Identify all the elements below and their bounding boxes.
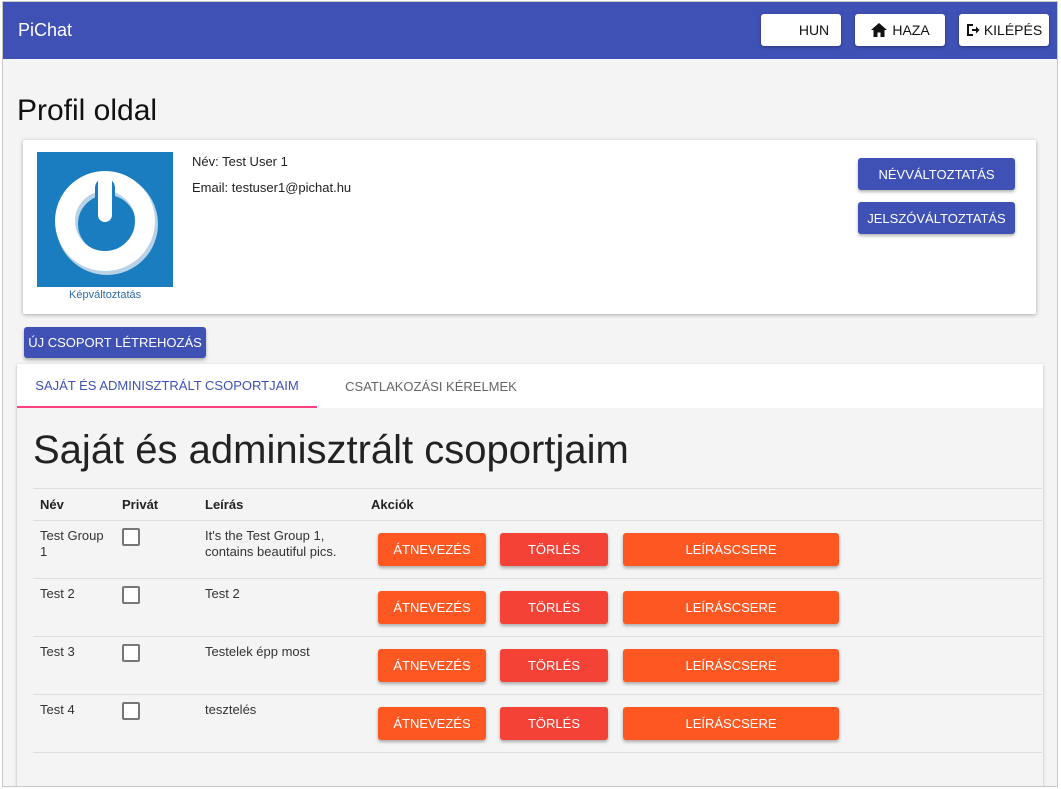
delete-button[interactable]: TÖRLÉS bbox=[500, 533, 608, 566]
rename-button[interactable]: ÁTNEVEZÉS bbox=[378, 533, 486, 566]
column-header-description: Leírás bbox=[198, 488, 364, 521]
hungary-flag-icon bbox=[773, 21, 795, 39]
table-row: Test 2 Test 2 ÁTNEVEZÉS TÖRLÉS LEÍRÁSCSERE bbox=[33, 578, 1042, 637]
groups-table: Név Privát Leírás Akciók Test Group 1 It… bbox=[33, 488, 1042, 753]
rename-button[interactable]: ÁTNEVEZÉS bbox=[378, 649, 486, 682]
change-password-button[interactable]: JELSZÓVÁLTOZTATÁS bbox=[858, 202, 1015, 234]
groups-tab-panel: SAJÁT ÉS ADMINISZTRÁLT CSOPORTJAIM CSATL… bbox=[17, 364, 1043, 786]
power-logo-icon bbox=[55, 171, 158, 275]
logout-label: KILÉPÉS bbox=[983, 22, 1043, 38]
app-window: PiChat HUN HAZA KILÉPÉS Profil oldal Kép… bbox=[2, 1, 1058, 787]
rename-button[interactable]: ÁTNEVEZÉS bbox=[378, 707, 486, 740]
language-button[interactable]: HUN bbox=[761, 14, 841, 46]
tab-own-groups[interactable]: SAJÁT ÉS ADMINISZTRÁLT CSOPORTJAIM bbox=[17, 364, 317, 408]
table-header-row: Név Privát Leírás Akciók bbox=[33, 488, 1042, 521]
column-header-name: Név bbox=[33, 488, 115, 521]
private-checkbox[interactable] bbox=[122, 644, 140, 662]
change-description-button[interactable]: LEÍRÁSCSERE bbox=[623, 649, 839, 682]
change-description-button[interactable]: LEÍRÁSCSERE bbox=[623, 591, 839, 624]
delete-button[interactable]: TÖRLÉS bbox=[500, 591, 608, 624]
tab-join-requests[interactable]: CSATLAKOZÁSI KÉRELMEK bbox=[317, 364, 545, 408]
group-description-cell: Testelek épp most bbox=[198, 636, 364, 695]
column-header-private: Privát bbox=[115, 488, 198, 521]
table-row: Test 4 tesztelés ÁTNEVEZÉS TÖRLÉS LEÍRÁSCS… bbox=[33, 694, 1042, 753]
home-label: HAZA bbox=[892, 22, 930, 38]
change-description-button[interactable]: LEÍRÁSCSERE bbox=[623, 533, 839, 566]
private-checkbox[interactable] bbox=[122, 702, 140, 720]
group-description-cell: Test 2 bbox=[198, 578, 364, 637]
home-button[interactable]: HAZA bbox=[855, 14, 945, 46]
logout-button[interactable]: KILÉPÉS bbox=[959, 14, 1049, 46]
avatar[interactable] bbox=[37, 152, 173, 287]
change-name-button[interactable]: NÉVVÁLTOZTATÁS bbox=[858, 158, 1015, 190]
delete-button[interactable]: TÖRLÉS bbox=[500, 649, 608, 682]
home-icon bbox=[870, 22, 888, 38]
user-name-text: Név: Test User 1 bbox=[192, 154, 288, 169]
app-title: PiChat bbox=[18, 20, 73, 40]
group-description-cell: tesztelés bbox=[198, 694, 364, 753]
logout-icon bbox=[966, 23, 980, 37]
group-name-cell: Test 3 bbox=[33, 636, 115, 695]
tab-bar: SAJÁT ÉS ADMINISZTRÁLT CSOPORTJAIM CSATL… bbox=[17, 364, 1043, 408]
private-checkbox[interactable] bbox=[122, 586, 140, 604]
group-description-cell: It's the Test Group 1, contains beautifu… bbox=[198, 520, 364, 579]
group-name-cell: Test 4 bbox=[33, 694, 115, 753]
change-picture-link[interactable]: Képváltoztatás bbox=[69, 289, 141, 301]
column-header-actions: Akciók bbox=[364, 488, 1042, 521]
table-row: Test Group 1 It's the Test Group 1, cont… bbox=[33, 520, 1042, 579]
user-email-text: Email: testuser1@pichat.hu bbox=[192, 180, 352, 195]
language-label: HUN bbox=[798, 22, 830, 38]
rename-button[interactable]: ÁTNEVEZÉS bbox=[378, 591, 486, 624]
new-group-button[interactable]: ÚJ CSOPORT LÉTREHOZÁS bbox=[24, 327, 206, 358]
top-app-bar: PiChat HUN HAZA KILÉPÉS bbox=[3, 2, 1057, 59]
group-name-cell: Test Group 1 bbox=[33, 520, 115, 579]
section-title: Saját és adminisztrált csoportjaim bbox=[33, 428, 629, 472]
page-title: Profil oldal bbox=[17, 94, 158, 127]
table-row: Test 3 Testelek épp most ÁTNEVEZÉS TÖRLÉS… bbox=[33, 636, 1042, 695]
profile-card: Képváltoztatás Név: Test User 1 Email: t… bbox=[23, 140, 1036, 314]
group-name-cell: Test 2 bbox=[33, 578, 115, 637]
change-description-button[interactable]: LEÍRÁSCSERE bbox=[623, 707, 839, 740]
private-checkbox[interactable] bbox=[122, 528, 140, 546]
delete-button[interactable]: TÖRLÉS bbox=[500, 707, 608, 740]
